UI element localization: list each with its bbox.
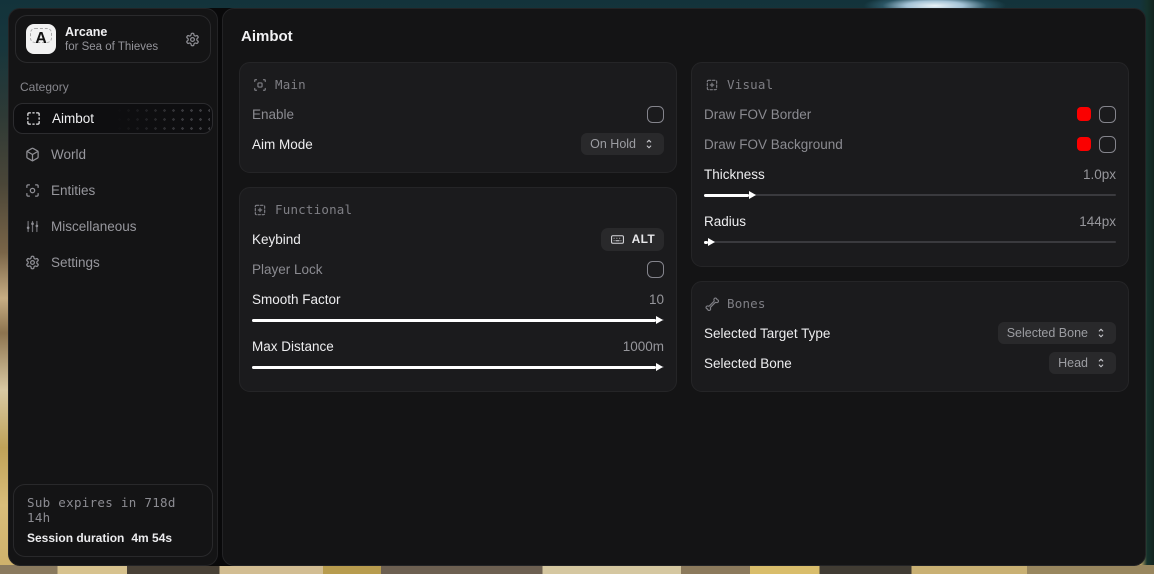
scan-icon [26,111,41,126]
app-logo: A [26,24,56,54]
app-name: Arcane [65,25,176,39]
thickness-label: Thickness [704,167,765,182]
smooth-factor-slider[interactable] [252,315,664,325]
sidebar-item-world[interactable]: World [13,139,213,170]
main-panel: Aimbot Main Enable Aim Mode [222,8,1146,566]
radius-row: Radius 144px [704,206,1116,253]
unfold-icon [643,138,655,150]
card-title: Main [275,77,306,92]
scan-eye-icon [25,183,40,198]
fov-border-label: Draw FOV Border [704,107,811,122]
session-info-card: Sub expires in 718d 14h Session duration… [13,484,213,557]
fov-background-checkbox[interactable] [1099,136,1116,153]
sidebar-item-entities[interactable]: Entities [13,175,213,206]
box-icon [25,147,40,162]
radius-slider[interactable] [704,237,1116,247]
max-distance-slider[interactable] [252,362,664,372]
smooth-factor-value: 10 [649,292,664,307]
sidebar-item-label: World [51,147,86,162]
card-bones: Bones Selected Target Type Selected Bone… [691,281,1129,392]
slider-thumb [656,363,663,371]
sidebar: A Arcane for Sea of Thieves Category Aim… [8,8,218,566]
enable-row: Enable [252,99,664,129]
keybind-button[interactable]: ALT [601,228,664,251]
sidebar-item-label: Entities [51,183,95,198]
fov-border-color-swatch[interactable] [1077,107,1091,121]
player-lock-row: Player Lock [252,254,664,284]
player-lock-checkbox[interactable] [647,261,664,278]
abacus-icon [25,219,40,234]
bone-icon [705,297,719,311]
app-window: A Arcane for Sea of Thieves Category Aim… [8,8,1146,566]
card-main: Main Enable Aim Mode On Hold [239,62,677,173]
target-type-label: Selected Target Type [704,326,830,341]
selected-bone-row: Selected Bone Head [704,348,1116,378]
unfold-icon [1095,327,1107,339]
unfold-icon [1095,357,1107,369]
plus-square-icon [253,203,267,217]
thickness-slider[interactable] [704,190,1116,200]
thickness-value: 1.0px [1083,167,1116,182]
slider-thumb [708,238,715,246]
enable-label: Enable [252,107,294,122]
target-type-value: Selected Bone [1007,326,1088,340]
fov-border-checkbox[interactable] [1099,106,1116,123]
session-duration-value: 4m 54s [131,531,172,545]
page-title: Aimbot [241,28,1129,45]
fov-border-row: Draw FOV Border [704,99,1116,129]
sidebar-item-aimbot[interactable]: Aimbot [13,103,213,134]
keyboard-icon [610,232,625,247]
radius-value: 144px [1079,214,1116,229]
app-subtitle: for Sea of Thieves [65,41,176,53]
session-duration-label: Session duration [27,531,124,545]
target-type-row: Selected Target Type Selected Bone [704,318,1116,348]
aim-mode-value: On Hold [590,137,636,151]
sidebar-item-label: Miscellaneous [51,219,137,234]
plus-square-icon [705,78,719,92]
radius-label: Radius [704,214,746,229]
fov-background-label: Draw FOV Background [704,137,843,152]
gear-icon[interactable] [185,32,200,47]
aim-mode-row: Aim Mode On Hold [252,129,664,159]
card-title: Visual [727,77,773,92]
aim-mode-select[interactable]: On Hold [581,133,664,155]
category-label: Category [20,80,217,94]
gear-icon [25,255,40,270]
brand-card: A Arcane for Sea of Thieves [15,15,211,63]
logo-letter: A [35,30,47,48]
card-visual: Visual Draw FOV Border Draw FOV Backgrou… [691,62,1129,267]
sidebar-item-label: Settings [51,255,100,270]
selected-bone-label: Selected Bone [704,356,792,371]
session-duration: Session duration 4m 54s [27,531,199,545]
aim-mode-label: Aim Mode [252,137,313,152]
thickness-row: Thickness 1.0px [704,159,1116,206]
keybind-value: ALT [632,232,655,246]
keybind-row: Keybind ALT [252,224,664,254]
smooth-factor-label: Smooth Factor [252,292,341,307]
sidebar-item-miscellaneous[interactable]: Miscellaneous [13,211,213,242]
slider-thumb [749,191,756,199]
keybind-label: Keybind [252,232,301,247]
sidebar-item-settings[interactable]: Settings [13,247,213,278]
frame-icon [253,78,267,92]
sidebar-item-label: Aimbot [52,111,94,126]
enable-checkbox[interactable] [647,106,664,123]
selected-bone-value: Head [1058,356,1088,370]
max-distance-label: Max Distance [252,339,334,354]
max-distance-value: 1000m [623,339,664,354]
card-title: Bones [727,296,766,311]
category-nav: Aimbot World Entities Miscellaneous Sett… [9,103,217,278]
player-lock-label: Player Lock [252,262,323,277]
fov-background-row: Draw FOV Background [704,129,1116,159]
slider-thumb [656,316,663,324]
selected-bone-select[interactable]: Head [1049,352,1116,374]
target-type-select[interactable]: Selected Bone [998,322,1116,344]
sub-expires-text: Sub expires in 718d 14h [27,495,199,525]
max-distance-row: Max Distance 1000m [252,331,664,378]
card-title: Functional [275,202,352,217]
fov-background-color-swatch[interactable] [1077,137,1091,151]
smooth-factor-row: Smooth Factor 10 [252,284,664,331]
card-functional: Functional Keybind ALT Player Lock [239,187,677,392]
